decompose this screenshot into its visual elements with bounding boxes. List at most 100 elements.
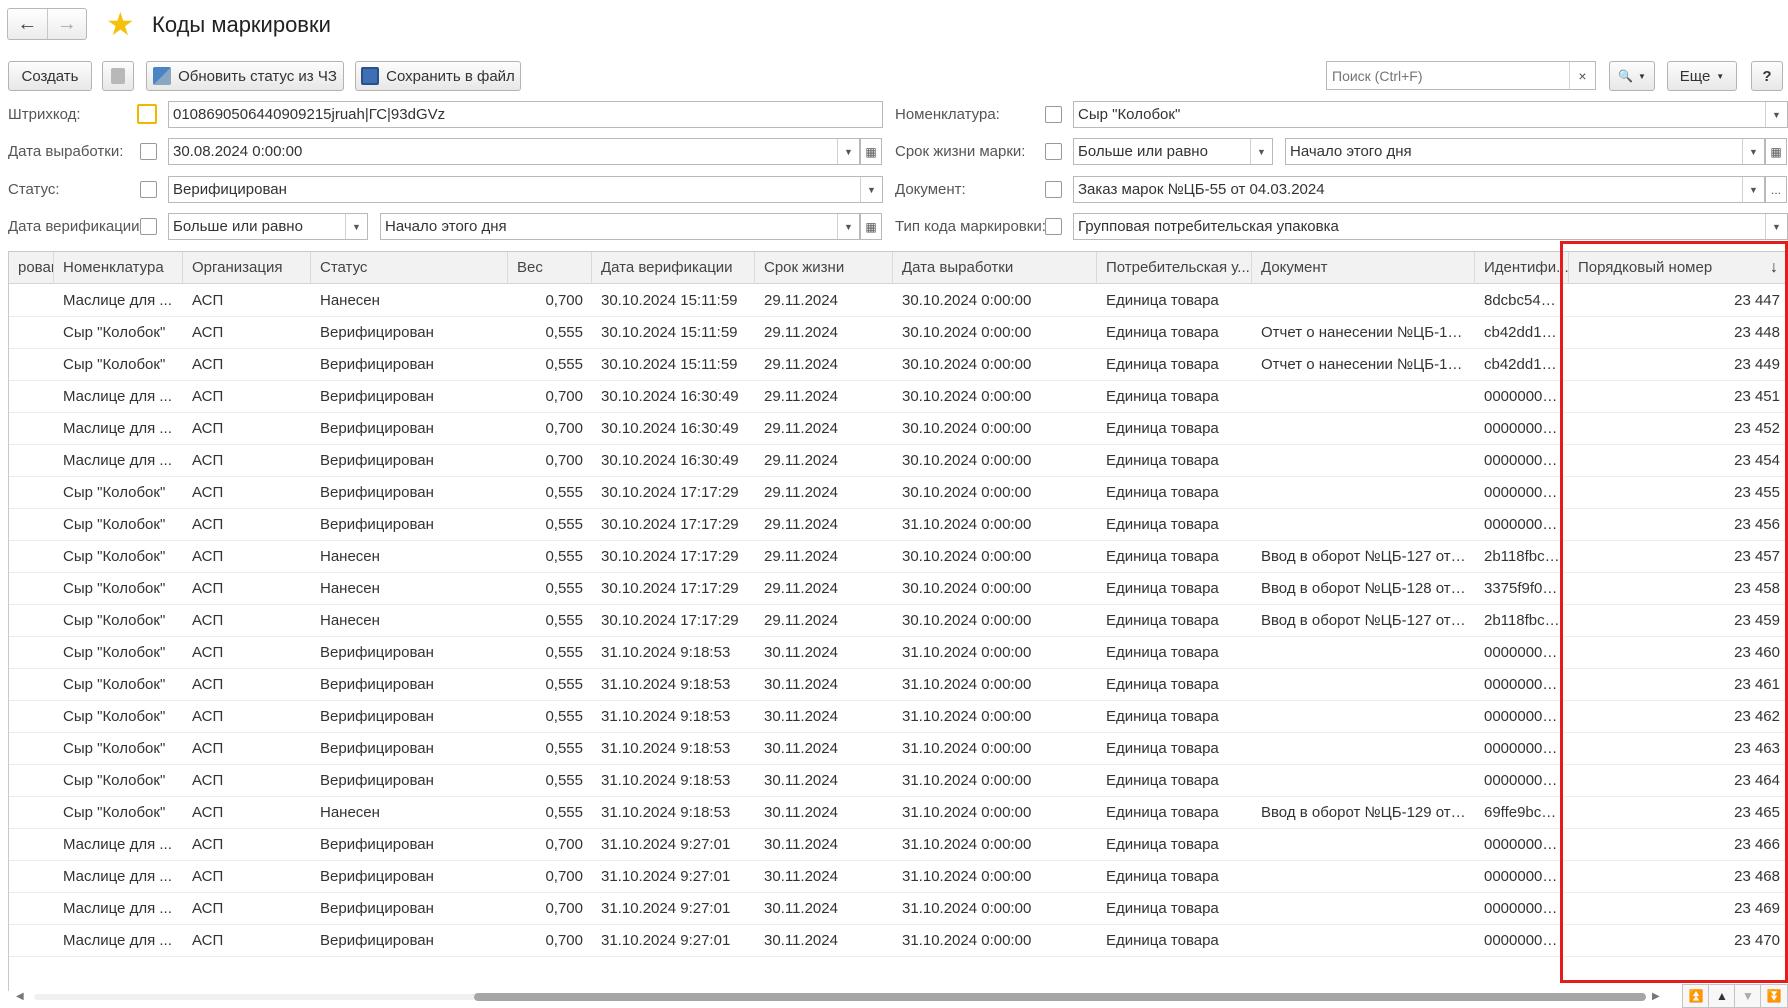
header-label: Порядковый номер bbox=[1578, 259, 1713, 276]
table-row[interactable]: Маслице для ... АСП Нанесен 0,700 30.10.2024… bbox=[9, 285, 1788, 317]
header-col-nomenclature[interactable]: Номенклатура bbox=[54, 252, 183, 284]
table-row[interactable]: Сыр "Колобок" АСП Верифицирован 0,555 31.10.… bbox=[9, 637, 1788, 669]
cell-col-weight: 0,700 bbox=[545, 420, 583, 437]
header-col-organization[interactable]: Организация bbox=[183, 252, 311, 284]
lifetime-compare-dropdown-icon[interactable]: ▼ bbox=[1250, 139, 1272, 164]
table-row[interactable]: Сыр "Колобок" АСП Нанесен 0,555 30.10.2024 1… bbox=[9, 573, 1788, 605]
verif-compare-field[interactable]: Больше или равно ▼ bbox=[168, 213, 368, 240]
lifetime-compare-field[interactable]: Больше или равно ▼ bbox=[1073, 138, 1273, 165]
prod-date-checkbox[interactable] bbox=[140, 143, 157, 160]
cell-col-organization: АСП bbox=[192, 516, 224, 533]
nomenclature-field[interactable]: Сыр "Колобок" ▼ bbox=[1073, 101, 1788, 128]
cell-col-identifier: 00000000... bbox=[1484, 836, 1564, 853]
scroll-right-icon[interactable]: ▶ bbox=[1652, 989, 1660, 1004]
cell-col-weight: 0,700 bbox=[545, 900, 583, 917]
sort-descending-icon[interactable]: ↓ bbox=[1770, 252, 1778, 284]
table-row[interactable]: Маслице для ... АСП Верифицирован 0,700 31.1… bbox=[9, 893, 1788, 925]
search-input[interactable] bbox=[1327, 62, 1567, 89]
document-dropdown-icon[interactable]: ▼ bbox=[1742, 177, 1764, 202]
update-status-button[interactable]: Обновить статус из ЧЗ bbox=[146, 61, 344, 91]
document-field[interactable]: Заказ марок №ЦБ-55 от 04.03.2024 ▼ bbox=[1073, 176, 1765, 203]
code-type-field[interactable]: Групповая потребительская упаковка ▼ bbox=[1073, 213, 1788, 240]
verif-date-calendar-icon[interactable]: ▦ bbox=[860, 213, 882, 240]
code-type-dropdown-icon[interactable]: ▼ bbox=[1765, 214, 1787, 239]
header-col-consumer-pkg[interactable]: Потребительская у... bbox=[1097, 252, 1252, 284]
table-row[interactable]: Сыр "Колобок" АСП Верифицирован 0,555 30.10.… bbox=[9, 477, 1788, 509]
create-button[interactable]: Создать bbox=[8, 61, 92, 91]
table-row[interactable]: Сыр "Колобок" АСП Верифицирован 0,555 30.10.… bbox=[9, 349, 1788, 381]
header-col-verif-date[interactable]: Дата верификации bbox=[592, 252, 755, 284]
verif-date-field[interactable]: Начало этого дня ▼ bbox=[380, 213, 860, 240]
header-col-status[interactable]: Статус bbox=[311, 252, 508, 284]
lifetime-date-dropdown-icon[interactable]: ▼ bbox=[1742, 139, 1764, 164]
go-first-button[interactable]: ⏫ bbox=[1682, 984, 1710, 1008]
header-col-prod-date[interactable]: Дата выработки bbox=[893, 252, 1097, 284]
header-col-weight[interactable]: Вес bbox=[508, 252, 592, 284]
table-row[interactable]: Сыр "Колобок" АСП Верифицирован 0,555 31.10.… bbox=[9, 701, 1788, 733]
go-down-button[interactable]: ▼ bbox=[1734, 984, 1762, 1008]
table-row[interactable]: Маслице для ... АСП Верифицирован 0,700 30.1… bbox=[9, 445, 1788, 477]
lifetime-date-field[interactable]: Начало этого дня ▼ bbox=[1285, 138, 1765, 165]
scroll-thumb[interactable] bbox=[474, 993, 1646, 1001]
header-col-document[interactable]: Документ bbox=[1252, 252, 1475, 284]
table-row[interactable]: Маслице для ... АСП Верифицирован 0,700 31.1… bbox=[9, 861, 1788, 893]
prod-date-dropdown-icon[interactable]: ▼ bbox=[837, 139, 859, 164]
cell-col-cut bbox=[9, 445, 54, 477]
table-row[interactable]: Сыр "Колобок" АСП Нанесен 0,555 30.10.2024 1… bbox=[9, 541, 1788, 573]
go-up-button[interactable]: ▲ bbox=[1708, 984, 1736, 1008]
go-last-button[interactable]: ⏬ bbox=[1760, 984, 1788, 1008]
table-row[interactable]: Маслице для ... АСП Верифицирован 0,700 31.1… bbox=[9, 829, 1788, 861]
cell-col-cut bbox=[9, 797, 54, 829]
status-dropdown-icon[interactable]: ▼ bbox=[860, 177, 882, 202]
verif-date-checkbox[interactable] bbox=[140, 218, 157, 235]
horizontal-scrollbar[interactable]: ◀ ▶ bbox=[12, 989, 1660, 1004]
document-select-button[interactable]: ... bbox=[1765, 176, 1787, 203]
status-checkbox[interactable] bbox=[140, 181, 157, 198]
table-row[interactable]: Сыр "Колобок" АСП Верифицирован 0,555 31.10.… bbox=[9, 733, 1788, 765]
cell-col-nomenclature: Сыр "Колобок" bbox=[63, 676, 166, 693]
lifetime-calendar-icon[interactable]: ▦ bbox=[1765, 138, 1787, 165]
document-checkbox[interactable] bbox=[1045, 181, 1062, 198]
search-button[interactable]: 🔍 ▼ bbox=[1609, 61, 1655, 91]
copy-button[interactable] bbox=[102, 61, 134, 91]
header-col-cut[interactable]: рован bbox=[9, 252, 54, 284]
table-row[interactable]: Сыр "Колобок" АСП Верифицирован 0,555 31.10.… bbox=[9, 669, 1788, 701]
cell-col-status: Верифицирован bbox=[320, 356, 434, 373]
cell-col-prod-date: 30.10.2024 0:00:00 bbox=[902, 612, 1032, 629]
prod-date-field[interactable]: 30.08.2024 0:00:00 ▼ bbox=[168, 138, 860, 165]
cell-col-organization: АСП bbox=[192, 388, 224, 405]
header-col-serial-number[interactable]: Порядковый номер ↓ bbox=[1569, 252, 1788, 284]
code-type-checkbox[interactable] bbox=[1045, 218, 1062, 235]
cell-col-serial-number: 23 465 bbox=[1734, 804, 1780, 821]
prod-date-calendar-icon[interactable]: ▦ bbox=[860, 138, 882, 165]
table-row[interactable]: Сыр "Колобок" АСП Верифицирован 0,555 30.10.… bbox=[9, 509, 1788, 541]
nomenclature-checkbox[interactable] bbox=[1045, 106, 1062, 123]
cell-col-consumer-pkg: Единица товара bbox=[1106, 292, 1219, 309]
clear-search-button[interactable]: × bbox=[1569, 62, 1595, 89]
lifetime-checkbox[interactable] bbox=[1045, 143, 1062, 160]
table-row[interactable]: Сыр "Колобок" АСП Нанесен 0,555 30.10.2024 1… bbox=[9, 605, 1788, 637]
header-col-identifier[interactable]: Идентифи... bbox=[1475, 252, 1569, 284]
table-row[interactable]: Маслице для ... АСП Верифицирован 0,700 31.1… bbox=[9, 925, 1788, 957]
table-row[interactable]: Маслице для ... АСП Верифицирован 0,700 30.1… bbox=[9, 413, 1788, 445]
cell-col-serial-number: 23 457 bbox=[1734, 548, 1780, 565]
scroll-left-icon[interactable]: ◀ bbox=[16, 989, 24, 1004]
verif-compare-dropdown-icon[interactable]: ▼ bbox=[345, 214, 367, 239]
table-row[interactable]: Сыр "Колобок" АСП Верифицирован 0,555 31.10.… bbox=[9, 765, 1788, 797]
nomenclature-dropdown-icon[interactable]: ▼ bbox=[1765, 102, 1787, 127]
table-row[interactable]: Сыр "Колобок" АСП Верифицирован 0,555 30.10.… bbox=[9, 317, 1788, 349]
header-col-lifetime[interactable]: Срок жизни bbox=[755, 252, 893, 284]
verif-date-dropdown-icon[interactable]: ▼ bbox=[837, 214, 859, 239]
favorite-star-icon[interactable]: ★ bbox=[106, 6, 135, 42]
table-row[interactable]: Сыр "Колобок" АСП Нанесен 0,555 31.10.2024 9… bbox=[9, 797, 1788, 829]
barcode-field[interactable]: 0108690506440909215jruah|ГС|93dGVz bbox=[168, 101, 883, 128]
barcode-checkbox[interactable] bbox=[137, 104, 157, 124]
status-field[interactable]: Верифицирован ▼ bbox=[168, 176, 883, 203]
forward-button[interactable]: → bbox=[46, 9, 87, 39]
help-button[interactable]: ? bbox=[1751, 61, 1783, 91]
back-button[interactable]: ← bbox=[8, 9, 47, 39]
save-to-file-button[interactable]: Сохранить в файл bbox=[355, 61, 521, 91]
cell-col-lifetime: 29.11.2024 bbox=[764, 452, 838, 469]
table-row[interactable]: Маслице для ... АСП Верифицирован 0,700 30.1… bbox=[9, 381, 1788, 413]
more-button[interactable]: Еще ▼ bbox=[1667, 61, 1737, 91]
